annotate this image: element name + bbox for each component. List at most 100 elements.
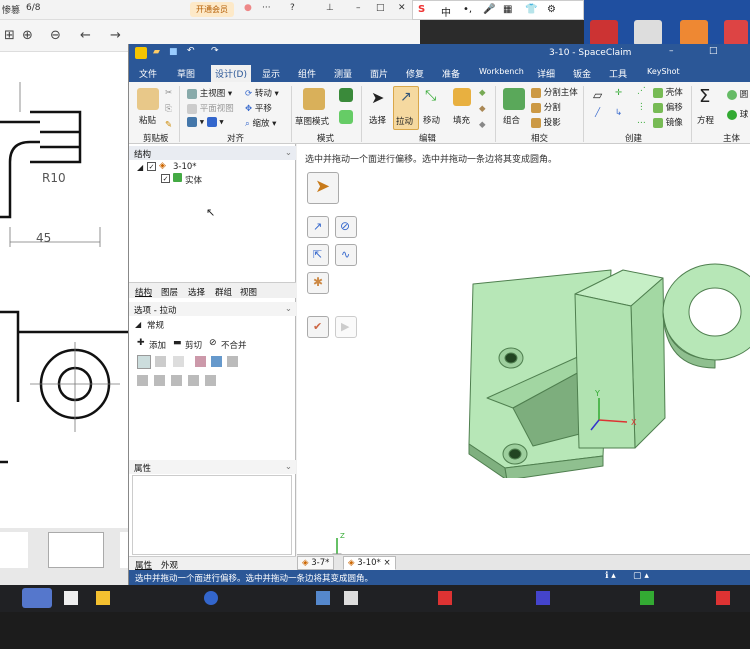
close-tab-icon[interactable]: × bbox=[384, 558, 391, 568]
menu-repair[interactable]: 修复 bbox=[406, 67, 424, 80]
menu-detail[interactable]: 详细 bbox=[537, 67, 555, 80]
pull-button[interactable]: ↗ 拉动 bbox=[393, 86, 419, 130]
menu-workbench[interactable]: Workbench bbox=[479, 67, 524, 76]
expand-icon[interactable]: ◢ bbox=[137, 163, 143, 172]
no-merge-option[interactable]: 不合并 bbox=[221, 339, 247, 351]
pull-option-icon[interactable] bbox=[137, 375, 148, 386]
menu-measure[interactable]: 测量 bbox=[334, 67, 352, 80]
status-toggle-icon[interactable]: ▢ ▴ bbox=[633, 571, 649, 581]
doc-tab-active[interactable]: ◈ 3-10* × bbox=[343, 556, 396, 570]
point-icon[interactable]: ✛ bbox=[615, 88, 622, 98]
complete-tool[interactable]: ✔ bbox=[307, 316, 329, 338]
tab-selection[interactable]: 选择 bbox=[188, 286, 205, 298]
cut-option[interactable]: 剪切 bbox=[185, 339, 202, 351]
cut-icon[interactable]: ✂ bbox=[165, 88, 172, 98]
add-icon[interactable]: ✚ bbox=[137, 338, 145, 348]
view-cube-button[interactable]: ▾ ▾ bbox=[187, 117, 224, 128]
folder-icon[interactable] bbox=[96, 591, 110, 605]
pull-option-icon[interactable] bbox=[171, 375, 182, 386]
paste-button[interactable]: 粘贴 bbox=[139, 114, 156, 126]
cut-icon[interactable]: ▬ bbox=[173, 338, 182, 348]
up-to-tool[interactable]: ⇱ bbox=[307, 244, 329, 266]
forward-icon[interactable]: → bbox=[110, 28, 121, 43]
select-icon[interactable]: ➤ bbox=[371, 88, 384, 107]
sketch-mode-icon[interactable] bbox=[303, 88, 325, 110]
keyboard-icon[interactable]: ▦ bbox=[503, 4, 512, 15]
menu-tools[interactable]: 工具 bbox=[609, 67, 627, 80]
menu-file[interactable]: 文件 bbox=[139, 67, 157, 80]
pull-option-icon[interactable] bbox=[173, 356, 184, 367]
open-icon[interactable]: ▰ bbox=[153, 47, 160, 57]
offset-button[interactable]: 偏移 bbox=[653, 101, 683, 113]
ime-punct[interactable]: •, bbox=[463, 4, 472, 15]
menu-prepare[interactable]: 准备 bbox=[442, 67, 460, 80]
back-icon[interactable]: ← bbox=[80, 28, 91, 43]
shell-button[interactable]: 壳体 bbox=[653, 86, 683, 98]
desktop-app-icon[interactable] bbox=[680, 20, 708, 46]
maximize-icon[interactable]: □ bbox=[709, 46, 718, 56]
move-icon[interactable]: ⤡ bbox=[425, 88, 436, 104]
edit-extra-icon[interactable]: ◆ bbox=[479, 104, 486, 114]
solid-checkbox[interactable]: ✓ bbox=[161, 174, 170, 183]
taskbar-app-icon[interactable] bbox=[64, 591, 78, 605]
tab-layers[interactable]: 图层 bbox=[161, 286, 178, 298]
pull-option-icon[interactable] bbox=[155, 356, 166, 367]
section-mode-icon[interactable] bbox=[339, 88, 353, 102]
3d-mode-icon[interactable] bbox=[339, 110, 353, 124]
main-view-button[interactable]: 主视图 ▾ bbox=[187, 87, 232, 99]
taskbar-app-icon[interactable] bbox=[536, 591, 550, 605]
pivot-tool[interactable]: ✱ bbox=[307, 272, 329, 294]
minimize-icon[interactable]: – bbox=[356, 3, 361, 13]
menu-sketch[interactable]: 草图 bbox=[177, 67, 195, 80]
taskbar-app-icon[interactable] bbox=[204, 591, 218, 605]
vip-button[interactable]: 开通会员 bbox=[190, 2, 234, 17]
edit-extra-icon[interactable]: ◆ bbox=[479, 120, 486, 130]
edit-extra-icon[interactable]: ◆ bbox=[479, 88, 486, 98]
3d-model[interactable]: Y X bbox=[453, 248, 750, 478]
taskbar-app-icon[interactable] bbox=[22, 588, 52, 608]
taskbar-app-icon[interactable] bbox=[640, 591, 654, 605]
save-icon[interactable]: ■ bbox=[169, 47, 178, 57]
menu-design[interactable]: 设计(D) bbox=[211, 65, 251, 82]
zoom-in-icon[interactable]: ⊕ bbox=[22, 28, 33, 43]
pull-option-icon[interactable] bbox=[205, 375, 216, 386]
desktop-app-icon[interactable] bbox=[724, 20, 748, 46]
fill-icon[interactable] bbox=[453, 88, 471, 106]
root-checkbox[interactable]: ✓ bbox=[147, 162, 156, 171]
pattern-icon[interactable]: ⋯ bbox=[637, 118, 646, 128]
redo-icon[interactable]: ↷ bbox=[211, 46, 219, 56]
equation-icon[interactable]: Σ bbox=[699, 86, 710, 107]
page-thumbnail[interactable] bbox=[48, 532, 104, 568]
line-icon[interactable]: ╱ bbox=[595, 108, 600, 118]
select-tool-guide[interactable]: ➤ bbox=[307, 172, 339, 204]
mirror-button[interactable]: 镜像 bbox=[653, 116, 683, 128]
maximize-icon[interactable]: □ bbox=[376, 3, 385, 13]
collapse-icon[interactable]: ◢ bbox=[135, 320, 141, 329]
pull-direction-tool[interactable]: ↗ bbox=[307, 216, 329, 238]
copy-icon[interactable]: ⎘ bbox=[165, 104, 172, 114]
3d-viewport[interactable]: 选中并拖动一个面进行偏移。选中并拖动一条边将其变成圆角。 ➤ ↗ ⊘ ⇱ ∿ ✱… bbox=[297, 144, 750, 567]
add-option[interactable]: 添加 bbox=[149, 339, 166, 351]
sphere-button[interactable]: 球 bbox=[727, 108, 748, 120]
zoom-out-icon[interactable]: ⊖ bbox=[50, 28, 61, 43]
fill-button[interactable]: 填充 bbox=[453, 114, 470, 126]
desktop-app-icon[interactable] bbox=[590, 20, 618, 46]
project-button[interactable]: 投影 bbox=[531, 116, 561, 128]
pin-icon[interactable]: ⊥ bbox=[326, 3, 334, 13]
microphone-icon[interactable]: 🎤 bbox=[483, 4, 495, 15]
tab-views[interactable]: 视图 bbox=[240, 286, 257, 298]
menu-display[interactable]: 显示 bbox=[262, 67, 280, 80]
move-button[interactable]: 移动 bbox=[423, 114, 440, 126]
sketch-mode-button[interactable]: 草图模式 bbox=[295, 115, 329, 127]
tab-structure[interactable]: 结构 bbox=[135, 286, 152, 298]
pull-option-icon[interactable] bbox=[137, 355, 151, 369]
select-button[interactable]: 选择 bbox=[369, 114, 386, 126]
desktop-app-icon[interactable] bbox=[634, 20, 662, 46]
pull-option-icon[interactable] bbox=[227, 356, 238, 367]
menu-assembly[interactable]: 组件 bbox=[298, 67, 316, 80]
taskbar-app-icon[interactable] bbox=[344, 591, 358, 605]
pull-direction-tool[interactable]: ⊘ bbox=[335, 216, 357, 238]
close-icon[interactable]: ✕ bbox=[398, 3, 406, 13]
pull-option-icon[interactable] bbox=[195, 356, 206, 367]
menu-keyshot[interactable]: KeyShot bbox=[647, 67, 680, 76]
